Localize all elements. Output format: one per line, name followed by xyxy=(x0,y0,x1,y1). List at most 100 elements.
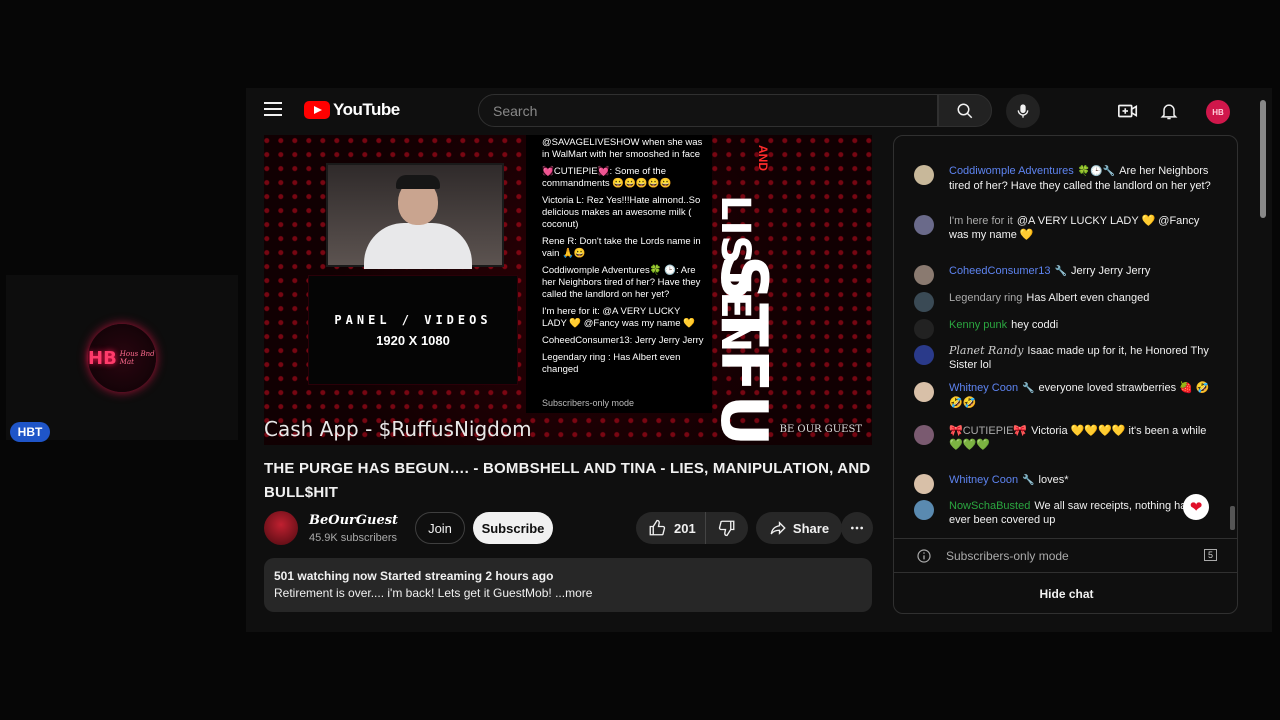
chat-author[interactable]: Kenny punk xyxy=(949,319,1007,331)
chat-text: loves* xyxy=(1038,474,1069,486)
overlay-chat-line: 💓CUTIEPIE💓: Some of the commandments 😀😀😀… xyxy=(542,166,672,189)
chat-message: NowSchaBusted We all saw receipts, nothin… xyxy=(914,499,1214,527)
overlay-chat-line: Rene R: Don't take the Lords name in vai… xyxy=(542,236,701,259)
chat-author[interactable]: Planet Randy xyxy=(949,344,1023,357)
thumbs-up-icon xyxy=(649,519,666,536)
chat-author[interactable]: Whitney Coon xyxy=(949,474,1018,486)
overlay-chat-line: CoheedConsumer13: Jerry Jerry Jerry xyxy=(542,335,704,346)
bell-icon xyxy=(1160,104,1178,120)
subscribe-button[interactable]: Subscribe xyxy=(473,512,553,544)
subscriber-count: 45.9K subscribers xyxy=(309,532,398,544)
notifications-button[interactable] xyxy=(1157,99,1181,123)
chat-avatar xyxy=(914,474,934,494)
hbt-badge: HBT xyxy=(10,422,50,442)
chat-author[interactable]: I'm here for it xyxy=(949,215,1013,227)
chat-badges: 🔧 xyxy=(1022,383,1035,394)
page-scrollbar[interactable] xyxy=(1260,100,1266,218)
thumbs-down-icon xyxy=(718,520,735,537)
logo-monogram: HB xyxy=(88,347,117,369)
youtube-play-icon xyxy=(304,101,330,119)
channel-avatar[interactable] xyxy=(264,511,298,545)
chat-message: Kenny punk hey coddi xyxy=(914,318,1214,339)
panel-resolution: 1920 X 1080 xyxy=(376,332,450,348)
subscribers-only-banner: Subscribers-only mode 5 xyxy=(894,538,1237,572)
screen: HB Hous Bnd Mat HBT YouTube Search HB PA… xyxy=(0,0,1280,720)
overlay-chat-line: Legendary ring : Has Albert even changed xyxy=(542,352,681,375)
menu-icon[interactable] xyxy=(264,102,282,116)
youtube-window: YouTube Search HB PANEL / VIDEOS 1920 X … xyxy=(246,88,1272,632)
search-button[interactable] xyxy=(938,94,992,127)
microphone-icon xyxy=(1017,104,1029,118)
hide-chat-button[interactable]: Hide chat xyxy=(894,572,1237,613)
more-actions-button[interactable] xyxy=(841,512,873,544)
top-bar: YouTube Search HB xyxy=(246,88,1272,134)
be-our-guest-logo: BE OUR GUEST xyxy=(779,424,862,435)
chat-author[interactable]: Whitney Coon xyxy=(949,382,1018,394)
join-button[interactable]: Join xyxy=(415,512,465,544)
chat-scrollbar[interactable] xyxy=(1230,506,1235,530)
chat-avatar xyxy=(914,165,934,185)
chat-message: Legendary ring Has Albert even changed xyxy=(914,291,1214,312)
like-count: 201 xyxy=(674,520,696,536)
share-icon xyxy=(770,521,786,535)
stream-stats: 501 watching now Started streaming 2 hou… xyxy=(274,569,554,583)
search-input[interactable]: Search xyxy=(478,94,938,127)
like-button[interactable]: 201 xyxy=(636,512,706,544)
stfu-graphic: AND LISTEN STFU BE OUR GUEST xyxy=(706,135,870,445)
and-text: AND xyxy=(756,145,770,171)
chat-avatar xyxy=(914,319,934,339)
chat-author[interactable]: Coddiwomple Adventures xyxy=(949,165,1074,177)
chat-text: Has Albert even changed xyxy=(1026,292,1150,304)
account-avatar[interactable]: HB xyxy=(1206,100,1230,124)
overlay-chat-line: @SAVAGELIVESHOW when she was in WalMart … xyxy=(542,137,703,160)
more-horizontal-icon xyxy=(851,526,863,530)
chat-badges: 🔧 xyxy=(1054,266,1067,277)
chat-text: Jerry Jerry Jerry xyxy=(1070,265,1151,277)
channel-name[interactable]: BeOurGuest xyxy=(309,513,398,528)
chat-message: Whitney Coon 🔧 loves* xyxy=(914,473,1214,494)
chat-avatar xyxy=(914,345,934,365)
overlay-chat-footer: Subscribers-only mode xyxy=(542,398,635,408)
youtube-logo[interactable]: YouTube xyxy=(304,100,400,120)
create-button[interactable] xyxy=(1116,99,1140,123)
video-player[interactable]: PANEL / VIDEOS 1920 X 1080 @SAVAGELIVESH… xyxy=(264,135,872,445)
voice-search-button[interactable] xyxy=(1006,94,1040,128)
logo-script: Hous Bnd Mat xyxy=(119,350,155,366)
heart-reaction-icon[interactable]: ❤ xyxy=(1183,494,1209,520)
overlay-chat-line: I'm here for it: @A VERY LUCKY LADY 💛 @F… xyxy=(542,306,695,329)
chat-message: Coddiwomple Adventures 🍀🕒🔧 Are her Neighbo… xyxy=(914,164,1214,193)
chat-avatar xyxy=(914,382,934,402)
create-video-icon xyxy=(1118,104,1138,118)
dislike-button[interactable] xyxy=(706,519,748,537)
description-box[interactable]: 501 watching now Started streaming 2 hou… xyxy=(264,558,872,612)
chat-author[interactable]: 🎀CUTIEPIE🎀 xyxy=(949,425,1027,437)
stfu-text: STFU xyxy=(706,255,780,445)
share-button[interactable]: Share xyxy=(756,512,842,544)
chat-avatar xyxy=(914,425,934,445)
share-label: Share xyxy=(792,520,830,536)
stream-chat-overlay: @SAVAGELIVESHOW when she was in WalMart … xyxy=(526,135,712,413)
chat-message: 🎀CUTIEPIE🎀 Victoria 💛💛💛💛 it's been a whil… xyxy=(914,424,1214,452)
chat-avatar xyxy=(914,215,934,235)
live-chat-panel: Coddiwomple Adventures 🍀🕒🔧 Are her Neighbo… xyxy=(893,135,1238,614)
chat-author[interactable]: Legendary ring xyxy=(949,292,1022,304)
youtube-wordmark: YouTube xyxy=(333,100,400,119)
chat-badges: 🍀🕒🔧 xyxy=(1077,166,1116,177)
chat-author[interactable]: CoheedConsumer13 xyxy=(949,265,1051,277)
chat-avatar xyxy=(914,265,934,285)
channel-logo: HB Hous Bnd Mat xyxy=(88,324,156,392)
chat-author[interactable]: NowSchaBusted xyxy=(949,500,1030,512)
search-icon xyxy=(957,103,973,118)
chat-avatar xyxy=(914,292,934,312)
video-title: THE PURGE HAS BEGUN…. - BOMBSHELL AND TI… xyxy=(264,460,871,501)
search-placeholder: Search xyxy=(493,102,538,119)
chat-text: hey coddi xyxy=(1011,319,1059,331)
viewer-count-badge: 5 xyxy=(1203,549,1217,561)
chat-message: Whitney Coon 🔧 everyone loved strawberries… xyxy=(914,381,1214,410)
like-dislike-group: 201 xyxy=(636,512,748,544)
overlay-chat-line: Coddiwomple Adventures🍀 🕒: Are her Neigh… xyxy=(542,265,701,300)
cashapp-banner: Cash App - $RuffusNigdom xyxy=(264,417,532,441)
description-text: Retirement is over.... i'm back! Lets ge… xyxy=(274,586,593,600)
chat-badges: 🔧 xyxy=(1022,475,1035,486)
chat-messages: Coddiwomple Adventures 🍀🕒🔧 Are her Neighbo… xyxy=(894,136,1237,532)
